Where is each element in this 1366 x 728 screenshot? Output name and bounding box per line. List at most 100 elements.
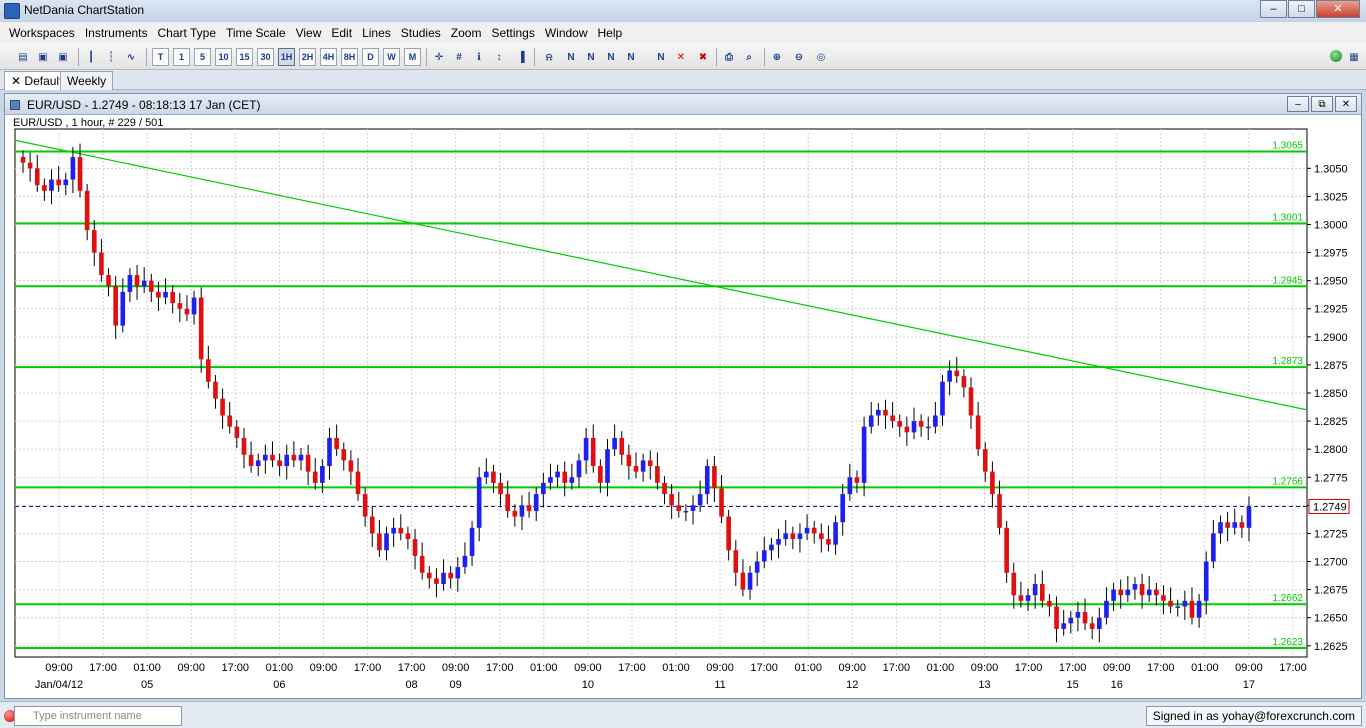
timeframe-tick[interactable]: T: [152, 48, 169, 66]
candle-body: [1025, 595, 1031, 601]
timeframe-5m[interactable]: 5: [194, 48, 211, 66]
timeframe-30m[interactable]: 30: [257, 48, 274, 66]
tab-weekly[interactable]: Weekly: [60, 71, 114, 90]
candle-body: [1104, 600, 1109, 618]
new-chart-icon[interactable]: ▤: [14, 48, 32, 66]
timeframe-2h[interactable]: 2H: [299, 48, 316, 66]
candle-body: [369, 516, 375, 534]
candle-body: [697, 494, 703, 506]
candlestick-icon[interactable]: ┃: [82, 48, 100, 66]
chart-restore-button[interactable]: ⧉: [1311, 96, 1333, 112]
horizontal-line-icon[interactable]: N: [622, 48, 640, 66]
zoom-reset-icon[interactable]: ◎: [812, 48, 830, 66]
candle-body: [20, 157, 26, 163]
timeframe-15m[interactable]: 15: [236, 48, 253, 66]
candle-body: [526, 505, 532, 511]
candle-body: [42, 185, 47, 191]
candle-body: [305, 454, 311, 472]
menu-time-scale[interactable]: Time Scale: [221, 26, 291, 40]
level-label: 1.3065: [1272, 140, 1303, 151]
candle-body: [348, 460, 354, 472]
bar-chart-icon[interactable]: ┆: [102, 48, 120, 66]
candle-body: [562, 471, 568, 483]
price-chart[interactable]: EUR/USD , 1 hour, # 229 / 501 1.3065 1.30…: [5, 115, 1361, 699]
delete-line-icon[interactable]: ✕: [672, 48, 690, 66]
y-tick-label: 1.2850: [1314, 388, 1348, 400]
trendline-icon[interactable]: N: [562, 48, 580, 66]
minimize-button[interactable]: –: [1260, 0, 1287, 18]
menu-chart-type[interactable]: Chart Type: [153, 26, 221, 40]
close-button[interactable]: ✕: [1316, 0, 1360, 18]
candle-body: [940, 381, 945, 416]
instrument-search-input[interactable]: [14, 706, 182, 726]
line-tool-icon[interactable]: N: [652, 48, 670, 66]
print-preview-icon[interactable]: ⌕: [740, 48, 758, 66]
candle-body: [1068, 617, 1074, 624]
line-chart-icon[interactable]: ∿: [122, 48, 140, 66]
menu-edit[interactable]: Edit: [326, 26, 357, 40]
y-tick-label: 1.2875: [1314, 360, 1348, 372]
chart-window-caption: EUR/USD - 1.2749 - 08:18:13 17 Jan (CET)…: [5, 94, 1361, 115]
level-label: 1.2873: [1272, 356, 1303, 367]
menu-lines[interactable]: Lines: [357, 26, 396, 40]
delete-all-icon[interactable]: ✖: [694, 48, 712, 66]
studies-icon[interactable]: ↕: [490, 48, 508, 66]
y-tick-label: 1.3050: [1314, 163, 1348, 175]
menu-workspaces[interactable]: Workspaces: [4, 26, 80, 40]
zoom-in-icon[interactable]: ⊕: [768, 48, 786, 66]
x-tick-label: 01:00: [266, 662, 294, 674]
timeframe-monthly[interactable]: M: [404, 48, 421, 66]
candle-body: [733, 550, 739, 573]
x-tick-label: 17:00: [883, 662, 911, 674]
candle-body: [954, 370, 960, 377]
info-icon[interactable]: ℹ: [470, 48, 488, 66]
timeframe-4h[interactable]: 4H: [320, 48, 337, 66]
grid-icon[interactable]: #: [450, 48, 468, 66]
print-icon[interactable]: ⎙: [720, 48, 738, 66]
timeframe-daily[interactable]: D: [362, 48, 379, 66]
maximize-button[interactable]: □: [1288, 0, 1315, 18]
candle-body: [1004, 527, 1009, 573]
menu-view[interactable]: View: [291, 26, 327, 40]
crosshair-icon[interactable]: ✛: [430, 48, 448, 66]
menu-help[interactable]: Help: [593, 26, 628, 40]
x-tick-label: 09:00: [1103, 662, 1131, 674]
timeframe-8h[interactable]: 8H: [341, 48, 358, 66]
timeframe-weekly[interactable]: W: [383, 48, 400, 66]
candle-body: [1018, 595, 1024, 601]
candle-body: [1246, 506, 1252, 528]
menu-instruments[interactable]: Instruments: [80, 26, 153, 40]
candle-body: [234, 426, 240, 438]
candle-body: [34, 168, 40, 186]
volume-icon[interactable]: ▐: [512, 48, 530, 66]
save-icon[interactable]: ▣: [34, 48, 52, 66]
candle-body: [776, 539, 781, 545]
timeframe-10m[interactable]: 10: [215, 48, 232, 66]
date-label: 17: [1243, 679, 1255, 691]
fibonacci-icon[interactable]: N: [602, 48, 620, 66]
timeframe-1m[interactable]: 1: [173, 48, 190, 66]
candle-body: [1139, 583, 1145, 596]
candle-body: [291, 454, 297, 461]
candle-body: [583, 437, 589, 461]
channel-icon[interactable]: N: [582, 48, 600, 66]
date-label: 15: [1067, 679, 1079, 691]
save-as-icon[interactable]: ▣: [54, 48, 72, 66]
candle-body: [106, 275, 111, 287]
tab-close-icon[interactable]: ✕: [11, 74, 21, 88]
menu-window[interactable]: Window: [540, 26, 593, 40]
menu-zoom[interactable]: Zoom: [446, 26, 487, 40]
chart-close-button[interactable]: ✕: [1335, 96, 1357, 112]
zoom-out-icon[interactable]: ⊖: [790, 48, 808, 66]
candle-body: [84, 190, 90, 231]
y-tick-label: 1.2775: [1314, 472, 1348, 484]
alert-bell-icon[interactable]: ⍾: [540, 48, 558, 66]
candle-body: [1189, 600, 1195, 618]
chart-minimize-button[interactable]: –: [1287, 96, 1309, 112]
menu-settings[interactable]: Settings: [486, 26, 539, 40]
x-tick-label: 09:00: [574, 662, 602, 674]
x-tick-label: 17:00: [222, 662, 250, 674]
timeframe-1h[interactable]: 1H: [278, 48, 295, 66]
toolbar-config-icon[interactable]: ▦: [1345, 48, 1363, 66]
menu-studies[interactable]: Studies: [396, 26, 446, 40]
